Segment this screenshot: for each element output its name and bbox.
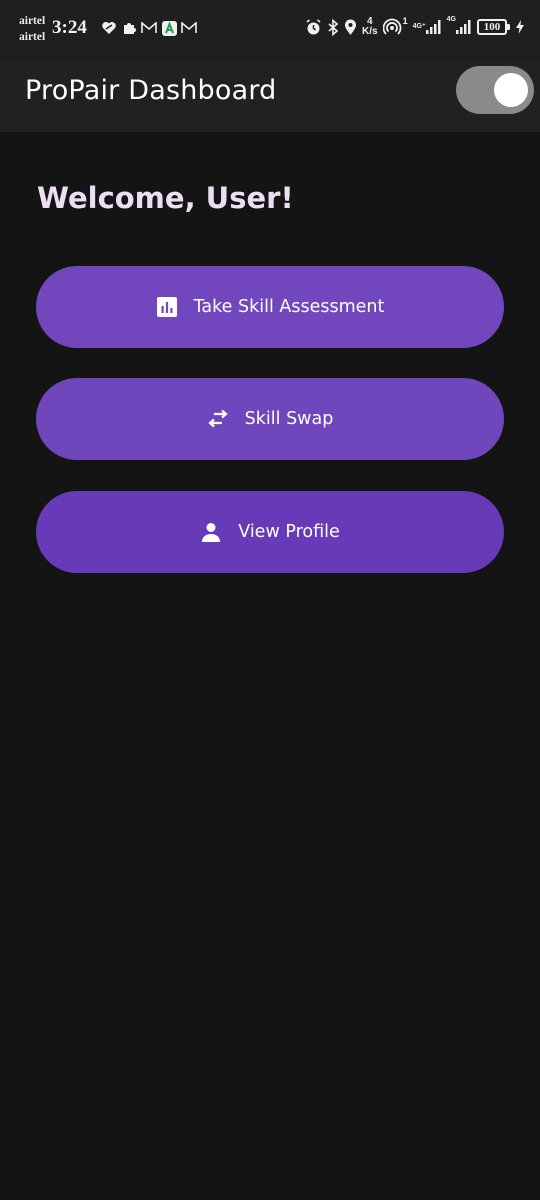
welcome-heading: Welcome, User!	[37, 181, 294, 215]
location-icon	[344, 16, 357, 38]
hotspot-count: 1	[402, 16, 408, 26]
carrier-labels: airtel airtel	[19, 13, 45, 45]
sim1-tech: 4G⁺	[412, 23, 426, 30]
skill-swap-button[interactable]: Skill Swap	[36, 378, 504, 460]
hotspot-icon: 1	[382, 16, 408, 38]
take-skill-assessment-button[interactable]: Take Skill Assessment	[36, 266, 504, 348]
puzzle-icon	[121, 20, 137, 36]
app-a-icon	[161, 20, 177, 36]
theme-toggle[interactable]	[456, 66, 534, 114]
carrier-2: airtel	[19, 31, 46, 43]
signal-icon: 4G⁺	[413, 16, 442, 38]
button-label: Skill Swap	[244, 409, 334, 429]
bluetooth-icon	[327, 16, 339, 38]
network-speed: 4 K/s	[362, 16, 378, 37]
charging-icon	[516, 16, 524, 38]
battery-icon: 100	[477, 16, 510, 38]
gmail-icon	[181, 20, 197, 36]
app-bar: ProPair Dashboard	[0, 60, 540, 132]
alarm-icon	[305, 16, 322, 38]
status-bar: airtel airtel 3:24 4 K/s 1 4G⁺ 4G 100	[0, 0, 540, 60]
toggle-knob[interactable]	[494, 73, 528, 107]
bar-chart-icon	[156, 296, 178, 318]
gmail-icon	[141, 20, 157, 36]
sim2-tech: 4G	[446, 16, 456, 23]
button-label: Take Skill Assessment	[193, 297, 385, 317]
carrier-1: airtel	[19, 15, 46, 27]
swap-arrows-icon	[207, 408, 229, 430]
view-profile-button[interactable]: View Profile	[36, 491, 504, 573]
battery-level: 100	[477, 19, 510, 35]
status-time: 3:24	[52, 17, 87, 38]
button-label: View Profile	[238, 522, 340, 542]
system-icons: 4 K/s 1 4G⁺ 4G 100	[305, 16, 524, 38]
vpn-heart-icon	[101, 20, 117, 36]
signal-icon: 4G	[447, 16, 472, 38]
app-title: ProPair Dashboard	[25, 75, 277, 106]
notification-icons	[101, 20, 197, 36]
person-icon	[200, 521, 222, 543]
